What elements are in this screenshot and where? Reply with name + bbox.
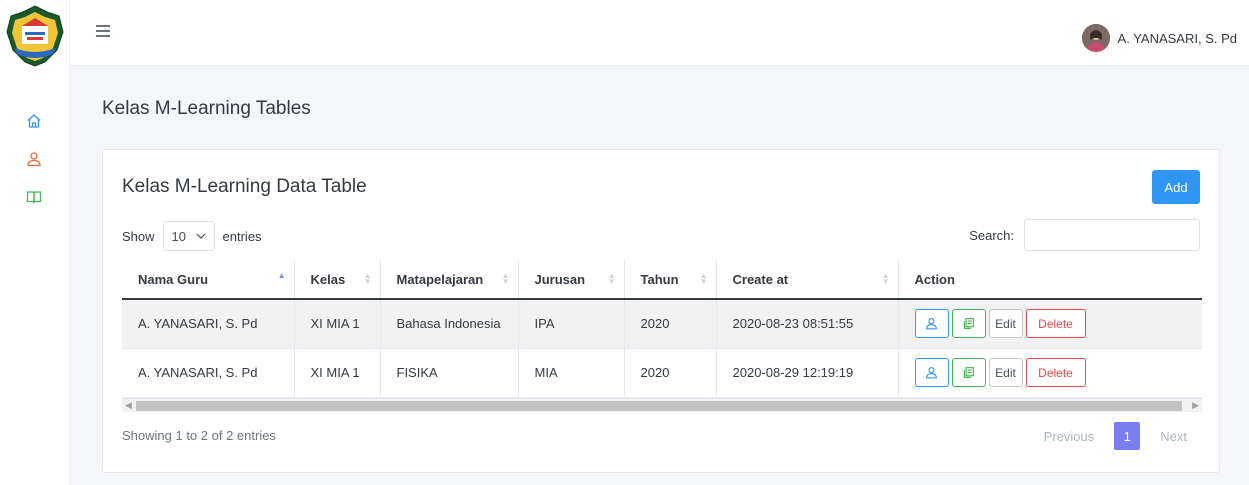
user-icon[interactable] <box>25 150 43 168</box>
cell-action: Edit Delete <box>897 299 1202 349</box>
sort-icon: ▲ <box>277 271 286 280</box>
search-label: Search: <box>969 227 1014 243</box>
table-row: A. YANASARI, S. Pd XI MIA 1 FISIKA MIA 2… <box>122 348 1202 398</box>
cell-jurusan: IPA <box>517 299 624 349</box>
pagination-next[interactable]: Next <box>1148 429 1199 444</box>
entries-select[interactable]: 10 <box>162 221 215 251</box>
menu-toggle-icon[interactable] <box>96 25 110 37</box>
column-header-jurusan[interactable]: Jurusan ▲ ▼ <box>517 260 624 300</box>
horizontal-scrollbar[interactable]: ◀ ▶ <box>122 398 1202 412</box>
cell-matapelajaran: FISIKA <box>379 348 518 398</box>
delete-button[interactable]: Delete <box>1025 309 1086 339</box>
delete-button[interactable]: Delete <box>1025 358 1086 387</box>
cell-nama-guru: A. YANASARI, S. Pd <box>122 348 294 398</box>
copy-button[interactable] <box>951 309 986 339</box>
scrollbar-thumb[interactable] <box>136 401 1182 411</box>
entries-label: entries <box>222 228 262 244</box>
sort-icon: ▲ ▼ <box>699 271 708 286</box>
column-header-create-at[interactable]: Create at ▲ ▼ <box>715 260 898 300</box>
column-header-action: Action <box>897 260 1202 300</box>
user-menu[interactable]: A. YANASARI, S. Pd <box>1081 24 1237 52</box>
data-table: Nama Guru ▲ Kelas ▲ ▼ Matapelajaran ▲ ▼ Jurus… <box>122 260 1202 398</box>
user-icon <box>926 318 937 330</box>
column-header-tahun[interactable]: Tahun ▲ ▼ <box>623 260 716 300</box>
sort-icon: ▲ ▼ <box>501 271 510 286</box>
pagination-page-1[interactable]: 1 <box>1114 422 1141 450</box>
card-title: Kelas M-Learning Data Table <box>122 176 367 197</box>
view-user-button[interactable] <box>914 309 949 339</box>
copy-icon <box>963 318 974 330</box>
copy-button[interactable] <box>951 358 986 387</box>
user-icon <box>926 367 937 379</box>
cell-kelas: XI MIA 1 <box>293 299 380 349</box>
pagination-previous[interactable]: Previous <box>1032 429 1107 444</box>
table-row: A. YANASARI, S. Pd XI MIA 1 Bahasa Indon… <box>122 299 1202 349</box>
sort-icon: ▲ ▼ <box>607 271 616 286</box>
cell-jurusan: MIA <box>517 348 624 398</box>
home-icon[interactable] <box>25 112 43 130</box>
chevron-down-icon <box>196 233 205 239</box>
topbar: A. YANASARI, S. Pd <box>70 0 1249 66</box>
entries-select-value: 10 <box>171 228 186 244</box>
view-user-button[interactable] <box>914 358 949 387</box>
column-header-nama-guru[interactable]: Nama Guru ▲ <box>122 260 294 300</box>
search-input[interactable] <box>1024 219 1200 251</box>
cell-create-at: 2020-08-23 08:51:55 <box>715 299 898 349</box>
sort-icon: ▲ ▼ <box>363 271 372 286</box>
edit-button[interactable]: Edit <box>988 309 1023 339</box>
sort-icon: ▲ ▼ <box>881 271 890 286</box>
cell-tahun: 2020 <box>623 299 716 349</box>
scroll-left-icon[interactable]: ◀ <box>125 400 132 411</box>
table-container: Nama Guru ▲ Kelas ▲ ▼ Matapelajaran ▲ ▼ Jurus… <box>122 260 1202 408</box>
avatar[interactable] <box>1081 24 1110 52</box>
show-label: Show <box>122 228 155 244</box>
column-header-matapelajaran[interactable]: Matapelajaran ▲ ▼ <box>379 260 518 300</box>
search-control: Search: <box>969 219 1200 251</box>
scroll-right-icon[interactable]: ▶ <box>1192 400 1199 411</box>
edit-button[interactable]: Edit <box>988 358 1023 387</box>
copy-icon <box>963 367 974 378</box>
cell-tahun: 2020 <box>623 348 716 398</box>
entries-length-control: Show 10 entries <box>122 221 262 251</box>
table-info: Showing 1 to 2 of 2 entries <box>122 428 276 443</box>
user-name: A. YANASARI, S. Pd <box>1117 30 1237 46</box>
sidebar <box>0 0 70 485</box>
table-header-row: Nama Guru ▲ Kelas ▲ ▼ Matapelajaran ▲ ▼ Jurus… <box>122 260 1202 300</box>
cell-action: Edit Delete <box>897 348 1202 398</box>
school-logo[interactable] <box>5 4 65 68</box>
cell-matapelajaran: Bahasa Indonesia <box>379 299 518 349</box>
data-table-card: Kelas M-Learning Data Table Add Show 10 … <box>102 149 1220 473</box>
page-title: Kelas M-Learning Tables <box>102 98 311 119</box>
pagination: Previous 1 Next <box>1032 422 1199 450</box>
book-icon[interactable] <box>25 188 43 206</box>
cell-nama-guru: A. YANASARI, S. Pd <box>122 299 294 349</box>
cell-create-at: 2020-08-29 12:19:19 <box>715 348 898 398</box>
cell-kelas: XI MIA 1 <box>293 348 380 398</box>
add-button[interactable]: Add <box>1152 170 1200 204</box>
column-header-kelas[interactable]: Kelas ▲ ▼ <box>293 260 380 300</box>
